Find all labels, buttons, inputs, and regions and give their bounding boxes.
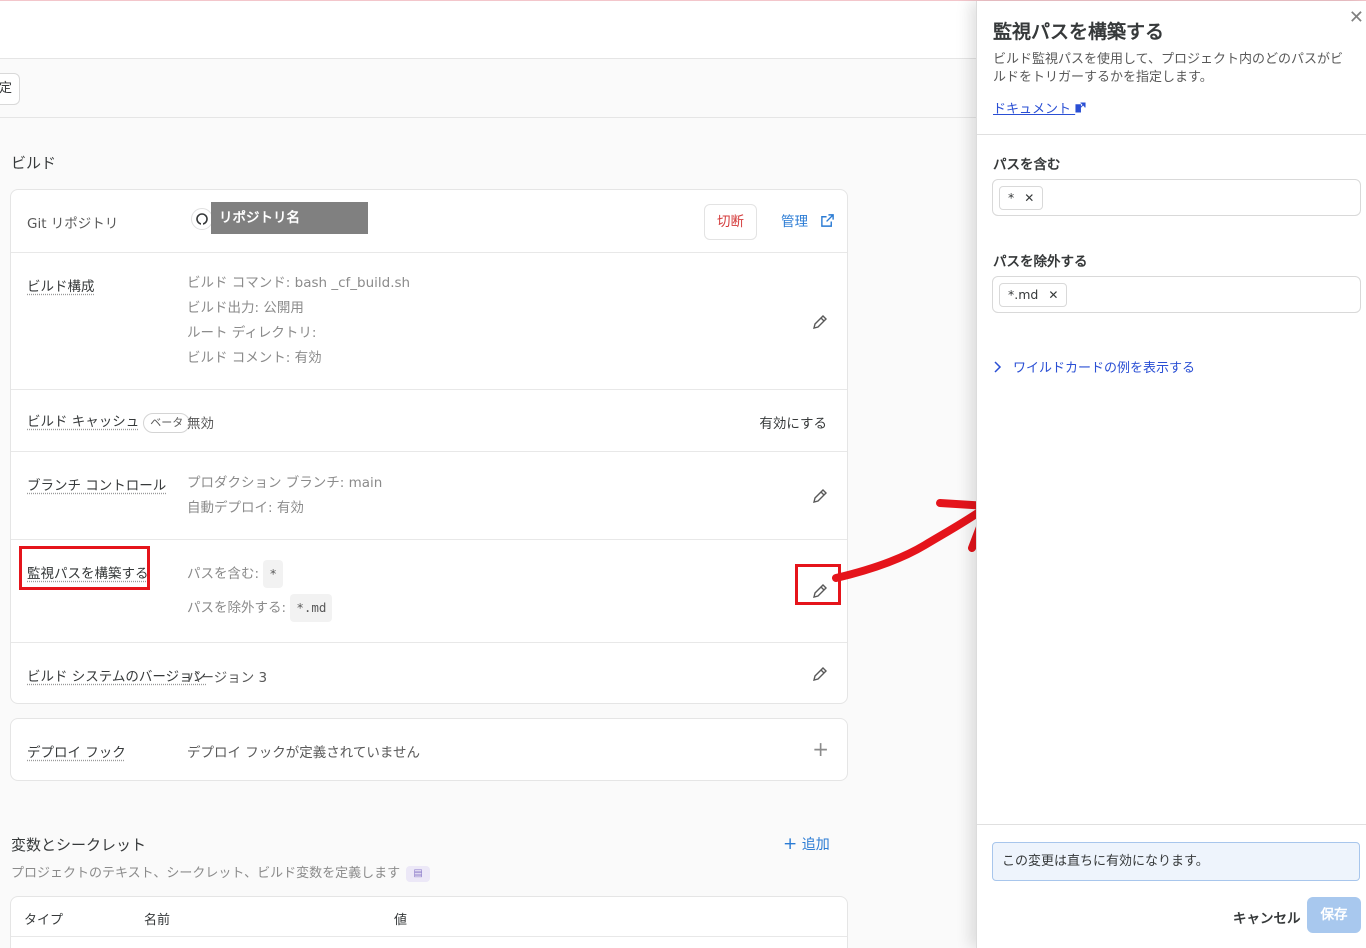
vars-table: タイプ 名前 値 (10, 896, 848, 948)
deploy-hook-value: デプロイ フックが定義されていません (187, 745, 420, 761)
exclude-paths: パスを除外する: *.md (187, 594, 333, 622)
build-cache-value: 無効 (187, 416, 214, 432)
branch-control-label[interactable]: ブランチ コントロール (27, 474, 166, 494)
auto-deploy-text: 自動デプロイ: 有効 (187, 500, 304, 516)
book-icon[interactable]: ▤ (406, 865, 431, 882)
build-system-label[interactable]: ビルド システムのバージョン (27, 665, 206, 685)
vars-section-title: 変数とシークレット (11, 836, 147, 854)
include-chip: * ✕ (999, 186, 1044, 210)
add-variable-button[interactable]: + 追加 (783, 834, 830, 854)
remove-chip-icon[interactable]: ✕ (1024, 191, 1034, 205)
repo-name: リポジトリ名 (211, 202, 368, 234)
doc-link-label: ドキュメント (993, 102, 1072, 117)
exclude-chip: *.md ✕ (999, 283, 1068, 307)
wildcard-examples-toggle[interactable]: ワイルドカードの例を表示する (993, 357, 1195, 376)
exclude-chip-text: *.md (1008, 287, 1039, 302)
build-cache-row: ビルド キャッシュ ベータ 無効 有効にする (11, 389, 847, 451)
close-icon[interactable]: ✕ (1349, 7, 1364, 28)
branch-control-values: プロダクション ブランチ: main 自動デプロイ: 有効 (187, 471, 382, 521)
repo-label: Git リポジトリ (27, 216, 119, 232)
production-branch-text: プロダクション ブランチ: main (187, 475, 383, 491)
build-system-row: ビルド システムのバージョン バージョン 3 (11, 642, 847, 704)
auto-deploy: 自動デプロイ: 有効 (187, 496, 382, 521)
build-config-values: ビルド コマンド: bash _cf_build.sh ビルド出力: 公開用 ル… (187, 271, 410, 371)
github-icon (191, 208, 213, 230)
vars-description-text: プロジェクトのテキスト、シークレット、ビルド変数を定義します (11, 866, 401, 881)
watch-paths-values: パスを含む: * パスを除外する: *.md (187, 560, 333, 622)
build-command: ビルド コマンド: bash _cf_build.sh (187, 271, 410, 296)
build-output-text: ビルド出力: 公開用 (187, 300, 304, 316)
exclude-label: パスを除外する: (187, 600, 287, 616)
vars-description: プロジェクトのテキスト、シークレット、ビルド変数を定義します ▤ (11, 862, 431, 882)
panel-footer-divider (977, 824, 1366, 825)
wildcard-link-label: ワイルドカードの例を表示する (1013, 361, 1196, 376)
highlight-edit-button (795, 564, 841, 605)
enable-cache-button[interactable]: 有効にする (759, 412, 827, 432)
build-cache-text: ビルド キャッシュ (27, 414, 140, 430)
deploy-hook-label[interactable]: デプロイ フック (27, 741, 126, 761)
root-directory: ルート ディレクトリ: (187, 321, 410, 346)
build-settings-card: Git リポジトリ リポジトリ名 切断 管理 ビルド構成 ビルド コマンド: b… (10, 189, 848, 704)
save-button[interactable]: 保存 (1307, 897, 1361, 933)
subnav-button[interactable]: 定 (0, 73, 20, 105)
documentation-link[interactable]: ドキュメント (993, 98, 1086, 117)
deploy-hook-card: デプロイ フック デプロイ フックが定義されていません + (10, 718, 848, 781)
build-comment: ビルド コメント: 有効 (187, 346, 410, 371)
column-name: 名前 (144, 913, 171, 928)
root-directory-text: ルート ディレクトリ: (187, 325, 317, 341)
add-label: 追加 (801, 837, 830, 853)
cancel-button[interactable]: キャンセル (1233, 907, 1301, 927)
page-header (0, 1, 976, 59)
exclude-paths-label: パスを除外する (993, 254, 1088, 270)
column-value: 値 (394, 913, 408, 928)
include-label: パスを含む: (187, 566, 260, 582)
plus-icon[interactable]: + (812, 737, 829, 761)
pencil-icon[interactable] (809, 663, 831, 685)
build-comment-text: ビルド コメント: 有効 (187, 350, 322, 366)
external-link-icon (821, 214, 835, 227)
pencil-icon[interactable] (809, 311, 831, 333)
column-type: タイプ (24, 913, 64, 928)
external-link-icon (1075, 102, 1086, 113)
manage-link[interactable]: 管理 (781, 210, 835, 230)
table-divider (11, 936, 847, 937)
pencil-icon[interactable] (809, 485, 831, 507)
build-command-text: ビルド コマンド: bash _cf_build.sh (187, 275, 411, 291)
branch-control-row: ブランチ コントロール プロダクション ブランチ: main 自動デプロイ: 有… (11, 451, 847, 539)
build-output: ビルド出力: 公開用 (187, 296, 410, 321)
sub-navigation: 定 (0, 60, 976, 118)
include-chip-text: * (1008, 190, 1015, 205)
panel-divider (977, 134, 1366, 135)
disconnect-button[interactable]: 切断 (704, 204, 757, 240)
beta-badge: ベータ (143, 413, 191, 433)
manage-label: 管理 (781, 214, 808, 230)
info-notice: この変更は直ちに有効になります。 (992, 842, 1360, 881)
production-branch: プロダクション ブランチ: main (187, 471, 382, 496)
panel-description: ビルド監視パスを使用して、プロジェクト内のどのパスがビルドをトリガーするかを指定… (993, 52, 1343, 85)
highlight-watch-label (19, 546, 150, 590)
exclude-paths-input[interactable]: *.md ✕ (992, 276, 1361, 313)
build-config-label[interactable]: ビルド構成 (27, 275, 95, 295)
include-paths: パスを含む: * (187, 560, 332, 594)
include-paths-label: パスを含む (993, 157, 1061, 173)
remove-chip-icon[interactable]: ✕ (1048, 288, 1058, 302)
chevron-right-icon (994, 361, 1002, 373)
build-system-value: バージョン 3 (187, 670, 268, 686)
include-paths-input[interactable]: * ✕ (992, 179, 1361, 216)
plus-icon: + (783, 834, 798, 854)
include-value: * (263, 560, 283, 588)
watch-paths-panel: ✕ 監視パスを構築する ビルド監視パスを使用して、プロジェクト内のどのパスがビル… (976, 1, 1366, 948)
build-config-row: ビルド構成 ビルド コマンド: bash _cf_build.sh ビルド出力:… (11, 252, 847, 389)
repo-row: Git リポジトリ リポジトリ名 切断 管理 (11, 190, 847, 252)
exclude-value: *.md (290, 594, 333, 622)
panel-title: 監視パスを構築する (993, 21, 1165, 43)
build-section-title: ビルド (11, 154, 57, 172)
build-cache-label[interactable]: ビルド キャッシュ ベータ (27, 410, 191, 433)
